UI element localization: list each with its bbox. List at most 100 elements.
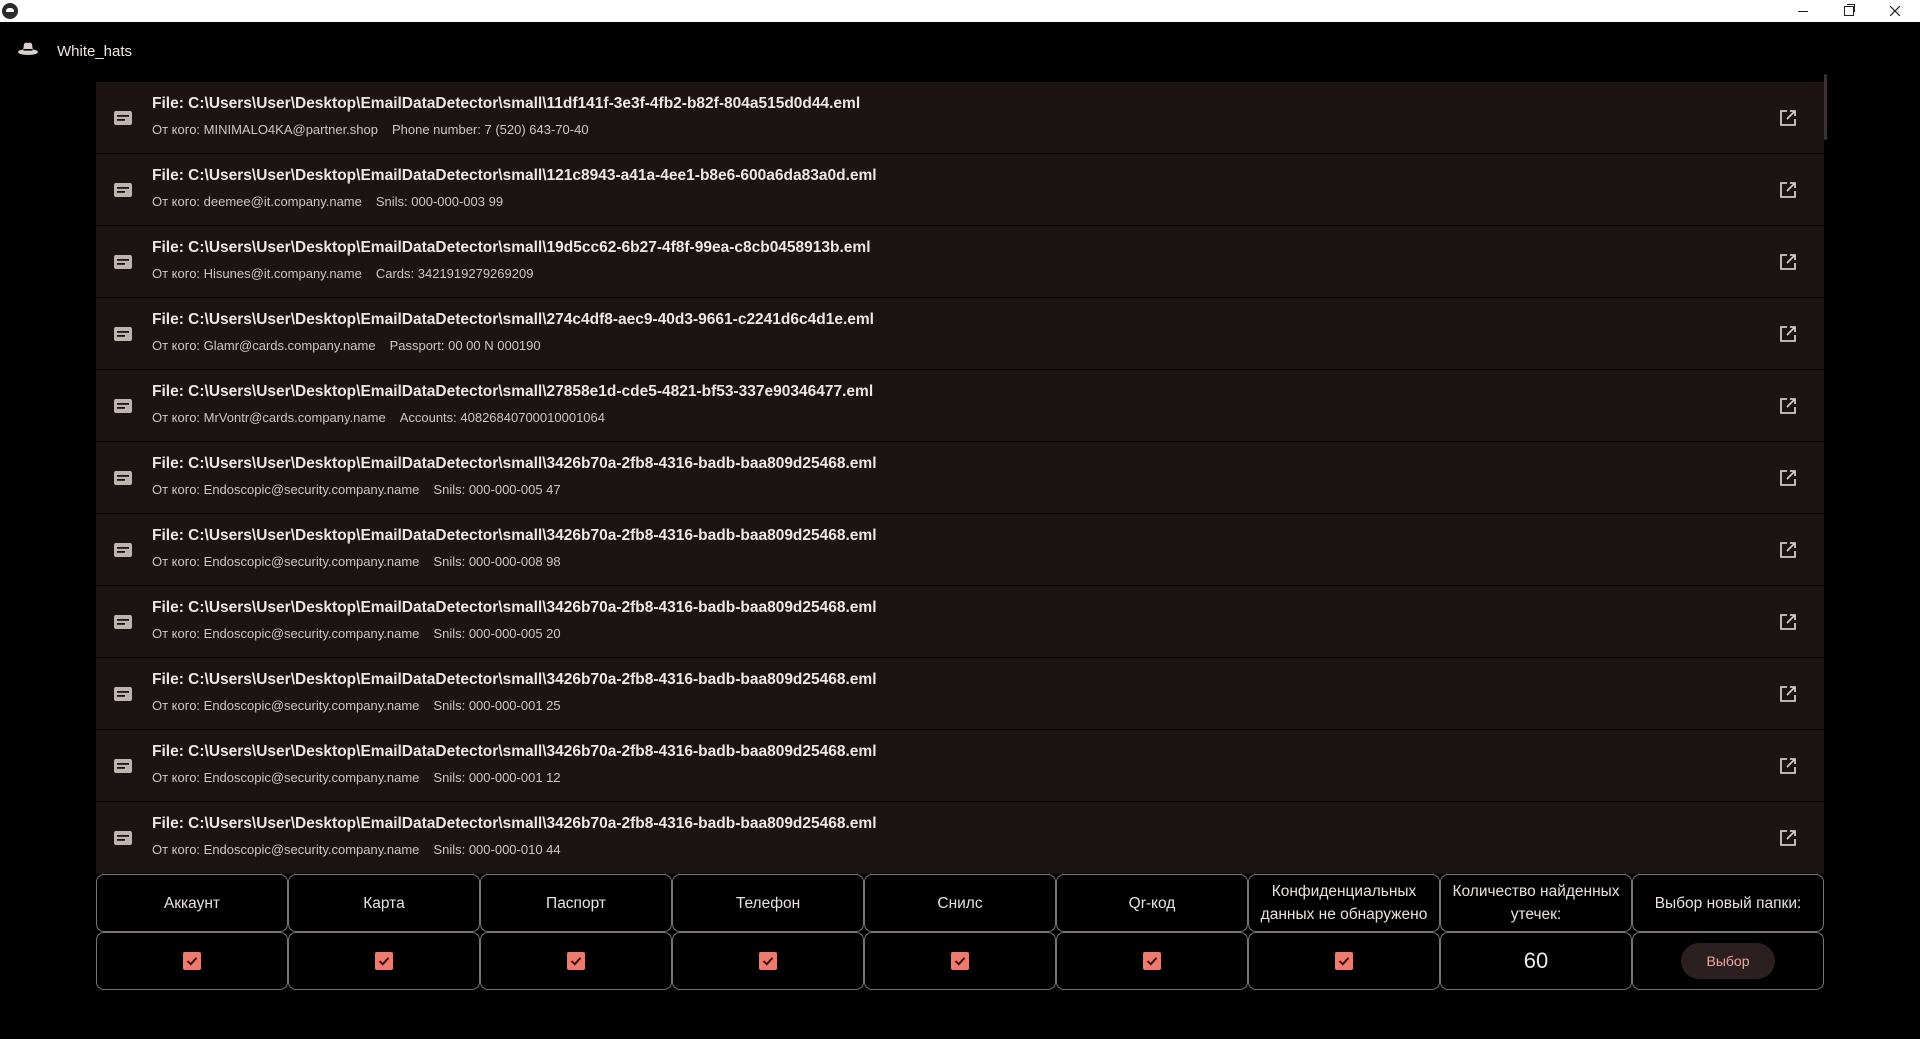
filter-card-header: Карта <box>288 874 480 932</box>
leak-value: Cards: 3421919279269209 <box>375 266 534 281</box>
check-icon <box>570 957 582 966</box>
filter-phone-label: Телефон <box>735 894 801 912</box>
minimize-button[interactable] <box>1780 0 1826 22</box>
check-icon <box>1338 957 1350 966</box>
file-meta: От кого: deemee@it.company.name Snils: 00… <box>152 194 503 209</box>
filter-snils-label: Снилс <box>937 894 983 912</box>
file-meta: От кого: Endoscopic@security.company.nam… <box>152 626 561 641</box>
file-path: File: C:\Users\User\Desktop\EmailDataDet… <box>152 815 877 832</box>
filter-card-checkbox[interactable] <box>375 952 393 970</box>
list-item[interactable]: File: C:\Users\User\Desktop\EmailDataDet… <box>96 226 1824 298</box>
file-meta: От кого: Glamr@cards.company.name Passpor… <box>152 338 541 353</box>
list-item[interactable]: File: C:\Users\User\Desktop\EmailDataDet… <box>96 730 1824 802</box>
filter-qr-cell <box>1056 932 1248 990</box>
leak-count-label-line2: утечек: <box>1510 906 1562 923</box>
email-file-icon <box>114 759 132 773</box>
filter-qr-header: Qr-код <box>1056 874 1248 932</box>
file-path: File: C:\Users\User\Desktop\EmailDataDet… <box>152 671 877 688</box>
file-path: File: C:\Users\User\Desktop\EmailDataDet… <box>152 167 877 184</box>
open-in-new-icon[interactable] <box>1778 252 1798 272</box>
filter-card-label: Карта <box>363 894 405 912</box>
folder-select-header: Выбор новый папки: <box>1632 874 1824 932</box>
check-icon <box>186 957 198 966</box>
close-button[interactable] <box>1872 0 1918 22</box>
list-item[interactable]: File: C:\Users\User\Desktop\EmailDataDet… <box>96 802 1824 874</box>
list-item[interactable]: File: C:\Users\User\Desktop\EmailDataDet… <box>96 442 1824 514</box>
list-item[interactable]: File: C:\Users\User\Desktop\EmailDataDet… <box>96 154 1824 226</box>
sender: От кого: MrVontr@cards.company.name <box>152 410 386 425</box>
filter-passport-checkbox[interactable] <box>567 952 585 970</box>
open-in-new-icon[interactable] <box>1778 108 1798 128</box>
open-in-new-icon[interactable] <box>1778 324 1798 344</box>
list-item[interactable]: File: C:\Users\User\Desktop\EmailDataDet… <box>96 82 1824 154</box>
filter-no-data-label-line1: Конфиденциальных <box>1271 883 1417 900</box>
leak-value: Snils: 000-000-008 98 <box>433 554 561 569</box>
restore-button[interactable] <box>1826 0 1872 22</box>
open-in-new-icon[interactable] <box>1778 756 1798 776</box>
list-item[interactable]: File: C:\Users\User\Desktop\EmailDataDet… <box>96 298 1824 370</box>
leak-count-value: 60 <box>1523 948 1549 973</box>
open-in-new-icon[interactable] <box>1778 468 1798 488</box>
list-item[interactable]: File: C:\Users\User\Desktop\EmailDataDet… <box>96 586 1824 658</box>
filter-snils-checkbox[interactable] <box>951 952 969 970</box>
open-in-new-icon[interactable] <box>1778 684 1798 704</box>
open-in-new-icon[interactable] <box>1778 540 1798 560</box>
hat-icon <box>18 42 38 55</box>
file-meta: От кого: MINIMALO4KA@partner.shop Phone n… <box>152 122 589 137</box>
file-meta: От кого: Endoscopic@security.company.nam… <box>152 842 561 857</box>
leak-value: Passport: 00 00 N 000190 <box>389 338 541 353</box>
file-path: File: C:\Users\User\Desktop\EmailDataDet… <box>152 743 877 760</box>
file-meta: От кого: Endoscopic@security.company.nam… <box>152 554 561 569</box>
filter-no-data-cell <box>1248 932 1440 990</box>
file-path: File: C:\Users\User\Desktop\EmailDataDet… <box>152 311 874 328</box>
filter-snils-cell <box>864 932 1056 990</box>
leak-value: Snils: 000-000-005 20 <box>433 626 561 641</box>
filter-phone-checkbox[interactable] <box>759 952 777 970</box>
leak-count-cell: 60 <box>1440 932 1632 990</box>
file-meta: От кого: Endoscopic@security.company.nam… <box>152 698 561 713</box>
folder-select-label: Выбор новый папки: <box>1654 894 1802 912</box>
choose-folder-button[interactable]: Выбор <box>1681 943 1775 979</box>
email-file-icon <box>114 399 132 413</box>
email-file-icon <box>114 183 132 197</box>
app-header: White_hats <box>0 22 1920 82</box>
file-path: File: C:\Users\User\Desktop\EmailDataDet… <box>152 383 874 400</box>
sender: От кого: Endoscopic@security.company.nam… <box>152 698 420 713</box>
filter-no-data-header: Конфиденциальных данных не обнаружено <box>1248 874 1440 932</box>
open-in-new-icon[interactable] <box>1778 828 1798 848</box>
filter-snils-header: Снилс <box>864 874 1056 932</box>
file-meta: От кого: Hisunes@it.company.name Cards: 3… <box>152 266 533 281</box>
app-logo-icon <box>2 3 18 19</box>
list-item[interactable]: File: C:\Users\User\Desktop\EmailDataDet… <box>96 370 1824 442</box>
filter-qr-label: Qr-код <box>1128 894 1176 912</box>
sender: От кого: Glamr@cards.company.name <box>152 338 376 353</box>
email-file-icon <box>114 615 132 629</box>
check-icon <box>762 957 774 966</box>
close-icon <box>1890 6 1900 16</box>
open-in-new-icon[interactable] <box>1778 180 1798 200</box>
file-meta: От кого: Endoscopic@security.company.nam… <box>152 482 561 497</box>
open-in-new-icon[interactable] <box>1778 396 1798 416</box>
leak-value: Snils: 000-000-001 12 <box>433 770 561 785</box>
minimize-icon <box>1798 10 1808 12</box>
sender: От кого: deemee@it.company.name <box>152 194 362 209</box>
leak-file-list[interactable]: File: C:\Users\User\Desktop\EmailDataDet… <box>96 82 1824 874</box>
email-file-icon <box>114 111 132 125</box>
leak-value: Phone number: 7 (520) 643-70-40 <box>391 122 589 137</box>
filter-passport-label: Паспорт <box>546 894 606 912</box>
scrollbar[interactable] <box>1824 74 1827 140</box>
file-path: File: C:\Users\User\Desktop\EmailDataDet… <box>152 527 877 544</box>
sender: От кого: Endoscopic@security.company.nam… <box>152 770 420 785</box>
filter-account-label: Аккаунт <box>163 894 221 912</box>
filter-account-header: Аккаунт <box>96 874 288 932</box>
sender: От кого: Endoscopic@security.company.nam… <box>152 554 420 569</box>
open-in-new-icon[interactable] <box>1778 612 1798 632</box>
sender: От кого: MINIMALO4KA@partner.shop <box>152 122 378 137</box>
leak-count-label-line1: Количество найденных <box>1452 883 1620 900</box>
filter-account-checkbox[interactable] <box>183 952 201 970</box>
filter-qr-checkbox[interactable] <box>1143 952 1161 970</box>
list-item[interactable]: File: C:\Users\User\Desktop\EmailDataDet… <box>96 658 1824 730</box>
filter-no-data-checkbox[interactable] <box>1335 952 1353 970</box>
list-item[interactable]: File: C:\Users\User\Desktop\EmailDataDet… <box>96 514 1824 586</box>
file-meta: От кого: Endoscopic@security.company.nam… <box>152 770 561 785</box>
